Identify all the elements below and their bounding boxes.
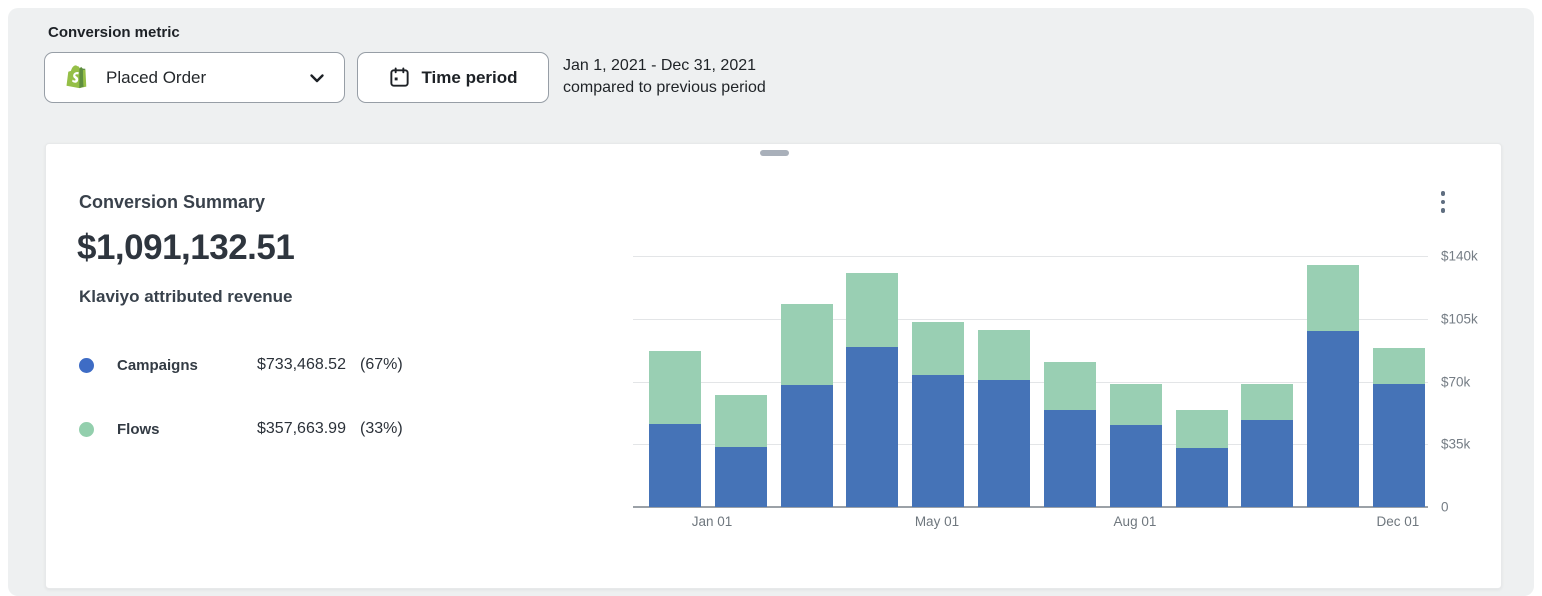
bar-nov[interactable] — [1307, 265, 1359, 507]
conversion-metric-label: Conversion metric — [48, 24, 180, 41]
legend-percent: (67%) — [360, 356, 403, 374]
stacked-bar-chart — [636, 256, 1428, 507]
bar-jun[interactable] — [978, 330, 1030, 507]
card-title: Conversion Summary — [79, 192, 265, 213]
bar-segment-campaigns[interactable] — [912, 375, 964, 507]
date-range-line2: compared to previous period — [563, 77, 766, 99]
bar-segment-flows[interactable] — [715, 395, 767, 447]
legend-label: Campaigns — [117, 357, 225, 374]
shopify-icon — [63, 63, 92, 93]
chart-legend: Campaigns $733,468.52 (67%) Flows $357,6… — [79, 356, 509, 484]
bar-segment-flows[interactable] — [1307, 265, 1359, 331]
x-tick-label: May 01 — [915, 514, 959, 529]
y-tick-label: $35k — [1441, 437, 1470, 452]
y-tick-label: 0 — [1441, 500, 1449, 515]
bar-segment-campaigns[interactable] — [781, 385, 833, 507]
legend-value: $733,468.52 — [257, 356, 346, 374]
legend-label: Flows — [117, 421, 225, 438]
y-axis-labels: $140k$105k$70k$35k0 — [1441, 256, 1501, 507]
bar-segment-flows[interactable] — [1110, 384, 1162, 424]
x-axis-labels: Jan 01 May 01 Aug 01 Dec 01 — [636, 514, 1428, 532]
x-tick-label: Dec 01 — [1377, 514, 1420, 529]
legend-item-campaigns: Campaigns $733,468.52 (67%) — [79, 356, 509, 374]
bar-oct[interactable] — [1241, 384, 1293, 507]
y-tick-label: $70k — [1441, 374, 1470, 389]
bar-segment-flows[interactable] — [912, 322, 964, 375]
bar-segment-campaigns[interactable] — [649, 424, 701, 507]
bar-may[interactable] — [912, 322, 964, 507]
bar-segment-campaigns[interactable] — [1110, 425, 1162, 507]
bar-segment-flows[interactable] — [1373, 348, 1425, 384]
bar-sep[interactable] — [1176, 410, 1228, 507]
bar-apr[interactable] — [846, 273, 898, 507]
y-tick-label: $105k — [1441, 311, 1478, 326]
bar-segment-campaigns[interactable] — [1241, 420, 1293, 507]
calendar-icon — [388, 66, 411, 89]
header-controls: Placed Order Time period Jan 1, 2021 - D… — [44, 52, 766, 103]
bar-segment-flows[interactable] — [1176, 410, 1228, 448]
total-revenue-value: $1,091,132.51 — [77, 228, 294, 268]
x-tick-label: Jan 01 — [692, 514, 733, 529]
bar-segment-flows[interactable] — [1044, 362, 1096, 410]
bar-feb[interactable] — [715, 395, 767, 507]
bar-segment-campaigns[interactable] — [1373, 384, 1425, 507]
bar-segment-flows[interactable] — [1241, 384, 1293, 420]
metric-dropdown[interactable]: Placed Order — [44, 52, 345, 103]
bar-jan[interactable] — [649, 351, 701, 507]
bar-segment-flows[interactable] — [781, 304, 833, 385]
kebab-menu-icon[interactable] — [1434, 186, 1452, 218]
bar-segment-campaigns[interactable] — [1307, 331, 1359, 507]
legend-item-flows: Flows $357,663.99 (33%) — [79, 420, 509, 438]
drag-handle[interactable] — [760, 150, 789, 156]
flows-dot-icon — [79, 422, 94, 437]
metric-dropdown-value: Placed Order — [106, 68, 308, 88]
time-period-button[interactable]: Time period — [357, 52, 549, 103]
y-tick-label: $140k — [1441, 249, 1478, 264]
date-range-line1: Jan 1, 2021 - Dec 31, 2021 — [563, 55, 766, 77]
bar-segment-campaigns[interactable] — [1176, 448, 1228, 507]
conversion-summary-card: Conversion Summary $1,091,132.51 Klaviyo… — [45, 143, 1502, 589]
legend-percent: (33%) — [360, 420, 403, 438]
bar-segment-flows[interactable] — [846, 273, 898, 347]
x-tick-label: Aug 01 — [1114, 514, 1157, 529]
gridline — [633, 256, 1428, 257]
date-range: Jan 1, 2021 - Dec 31, 2021 compared to p… — [563, 52, 766, 99]
bar-aug[interactable] — [1110, 384, 1162, 507]
bar-segment-campaigns[interactable] — [1044, 410, 1096, 507]
bar-segment-flows[interactable] — [978, 330, 1030, 380]
bar-segment-campaigns[interactable] — [978, 380, 1030, 507]
bar-segment-campaigns[interactable] — [715, 447, 767, 507]
chevron-down-icon — [308, 69, 326, 87]
bar-dec[interactable] — [1373, 348, 1425, 507]
legend-value: $357,663.99 — [257, 420, 346, 438]
campaigns-dot-icon — [79, 358, 94, 373]
time-period-label: Time period — [421, 68, 517, 88]
bar-segment-flows[interactable] — [649, 351, 701, 424]
bar-segment-campaigns[interactable] — [846, 347, 898, 507]
page-container: Conversion metric Placed Order — [8, 8, 1534, 596]
total-revenue-caption: Klaviyo attributed revenue — [79, 287, 293, 307]
bar-jul[interactable] — [1044, 362, 1096, 507]
bar-mar[interactable] — [781, 304, 833, 507]
